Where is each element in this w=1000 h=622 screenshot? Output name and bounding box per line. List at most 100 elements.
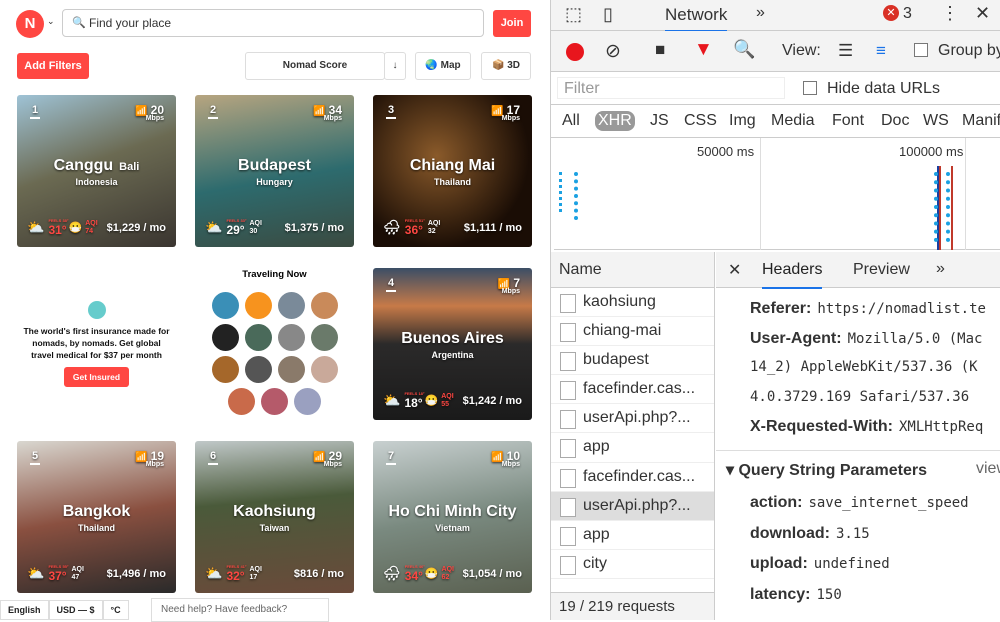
city-name: Bangkok xyxy=(62,503,131,520)
city-card[interactable]: 6 📶 29 Mbps Kaohsiung Taiwan ⛅ FEELS 41° 32… xyxy=(195,441,354,593)
error-icon[interactable]: ✕ xyxy=(883,5,899,21)
feedback-input[interactable]: Need help? Have feedback? xyxy=(151,598,329,622)
search-input[interactable]: 🔍 Find your place xyxy=(62,9,484,37)
type-filter-font[interactable]: Font xyxy=(829,111,867,131)
type-filter-ws[interactable]: WS xyxy=(920,111,952,131)
sort-direction-button[interactable]: ↓ xyxy=(384,52,406,80)
aqi-label: AQI xyxy=(427,219,441,227)
request-row[interactable]: userApi.php?... xyxy=(551,491,714,521)
request-row[interactable]: app xyxy=(551,433,714,463)
request-row[interactable]: app xyxy=(551,521,714,550)
logo[interactable]: N xyxy=(16,10,44,38)
map-button[interactable]: 🌏 Map xyxy=(415,52,471,80)
tab-preview[interactable]: Preview xyxy=(853,261,910,279)
city-card[interactable]: 4 📶 7 Mbps Buenos Aires Argentina ⛅ FEELS … xyxy=(373,268,532,420)
aqi-value: 74 xyxy=(85,227,93,235)
avatar[interactable] xyxy=(277,292,305,319)
request-row[interactable]: kaohsiung xyxy=(551,288,714,318)
city-card[interactable]: 2 📶 34 Mbps Budapest Hungary ⛅ FEELS 33° 29… xyxy=(195,95,354,247)
search-icon[interactable]: 🔍 xyxy=(733,39,755,60)
aqi-value: 30 xyxy=(249,227,258,235)
city-card[interactable]: 5 📶 19 Mbps Bangkok Thailand ⛅ FEELS 55° 37… xyxy=(17,441,176,593)
avatar[interactable] xyxy=(228,388,255,415)
avatar[interactable] xyxy=(244,324,272,351)
city-card[interactable]: 7 📶 10 Mbps Ho Chi Minh City Vietnam 🌧 FEE… xyxy=(373,441,532,593)
currency-select[interactable]: USD — $ xyxy=(48,600,103,620)
city-card[interactable]: 1 📶 20 Mbps Canggu Bali Indonesia ⛅ FEELS 3… xyxy=(17,95,176,247)
temperature: 18° xyxy=(404,396,423,410)
3d-button[interactable]: 📦 3D xyxy=(481,52,531,80)
query-string-section-toggle[interactable]: ▾ Query String Parameters xyxy=(726,460,927,480)
globe-icon: 🌏 xyxy=(425,60,441,71)
internet-speed: 📶 7 Mbps xyxy=(498,276,520,295)
unit-select[interactable]: °C xyxy=(102,600,129,620)
chevron-down-icon[interactable]: ⌄ xyxy=(47,16,55,27)
avatar[interactable] xyxy=(244,356,272,383)
hide-data-urls-checkbox[interactable] xyxy=(803,81,817,95)
filter-input[interactable]: Filter xyxy=(557,77,785,99)
request-row[interactable]: userApi.php?... xyxy=(551,404,714,434)
sort-select[interactable]: Nomad Score xyxy=(245,52,385,80)
rank: 4 xyxy=(386,277,397,292)
clear-icon[interactable]: ⊘ xyxy=(605,40,621,63)
traveling-now: Traveling Now xyxy=(195,268,354,420)
kebab-menu-icon[interactable]: ⋮ xyxy=(941,3,959,24)
close-details-icon[interactable]: ✕ xyxy=(728,260,741,280)
avatar[interactable] xyxy=(211,324,239,351)
add-filters-button[interactable]: Add Filters xyxy=(17,53,89,79)
avatar[interactable] xyxy=(310,356,338,383)
city-card[interactable]: 3 📶 17 Mbps Chiang Mai Thailand 🌧 FEELS 51… xyxy=(373,95,532,247)
device-toggle-icon[interactable]: ▯ xyxy=(603,4,613,25)
record-button[interactable] xyxy=(566,43,584,61)
avatar[interactable] xyxy=(211,356,239,383)
type-filter-doc[interactable]: Doc xyxy=(878,111,912,131)
more-panel-tabs-button[interactable]: » xyxy=(936,260,945,278)
aqi-label: AQI xyxy=(249,565,262,573)
request-row[interactable]: chiang-mai xyxy=(551,317,714,347)
request-row[interactable]: facefinder.cas... xyxy=(551,375,714,405)
avatar[interactable] xyxy=(310,292,338,319)
language-select[interactable]: English xyxy=(0,600,49,620)
request-bars xyxy=(934,172,938,242)
type-filter-css[interactable]: CSS xyxy=(681,111,720,131)
aqi-label: AQI xyxy=(71,565,84,573)
waterfall-icon[interactable]: ≡ xyxy=(876,41,886,61)
avatar[interactable] xyxy=(261,388,288,415)
request-row[interactable]: facefinder.cas... xyxy=(551,463,714,492)
rank: 2 xyxy=(208,104,219,119)
view-source-link[interactable]: view xyxy=(976,460,1000,478)
close-icon[interactable]: ✕ xyxy=(975,3,990,24)
avatar[interactable] xyxy=(294,388,321,415)
request-row[interactable]: budapest xyxy=(551,346,714,376)
name-column-header[interactable]: Name xyxy=(551,252,714,288)
avatar[interactable] xyxy=(211,292,239,319)
internet-speed: 📶 20 Mbps xyxy=(135,103,164,122)
avatar[interactable] xyxy=(277,356,305,383)
avatar[interactable] xyxy=(310,324,338,351)
tab-network[interactable]: Network xyxy=(665,5,728,32)
request-row[interactable]: city xyxy=(551,550,714,579)
group-by-frame-checkbox[interactable] xyxy=(914,43,928,57)
avatar[interactable] xyxy=(277,324,305,351)
type-filter-media[interactable]: Media xyxy=(768,111,818,131)
type-filter-js[interactable]: JS xyxy=(647,111,672,131)
get-insured-button[interactable]: Get Insured xyxy=(63,367,130,387)
param-name: action: xyxy=(750,494,803,511)
header-row: User-Agent: Mozilla/5.0 (Mac xyxy=(750,330,982,348)
large-rows-icon[interactable]: ☰ xyxy=(838,41,853,61)
join-button[interactable]: Join xyxy=(493,10,531,37)
network-overview[interactable]: 50000 ms 100000 ms xyxy=(554,138,1000,250)
filter-icon[interactable]: ▼ xyxy=(694,39,713,61)
inspect-icon[interactable]: ⬚ xyxy=(565,4,582,25)
type-filter-manifest[interactable]: Manifest xyxy=(959,111,1000,131)
type-filter-all[interactable]: All xyxy=(559,111,583,131)
avatar[interactable] xyxy=(244,292,272,319)
rank: 6 xyxy=(208,450,219,465)
type-filter-img[interactable]: Img xyxy=(726,111,759,131)
more-tabs-button[interactable]: » xyxy=(756,4,765,22)
error-count[interactable]: 3 xyxy=(903,5,912,23)
param-value: undefined xyxy=(813,556,890,572)
screenshot-icon[interactable]: ■ xyxy=(655,40,665,60)
tab-headers[interactable]: Headers xyxy=(762,261,823,289)
type-filter-xhr[interactable]: XHR xyxy=(595,111,635,131)
